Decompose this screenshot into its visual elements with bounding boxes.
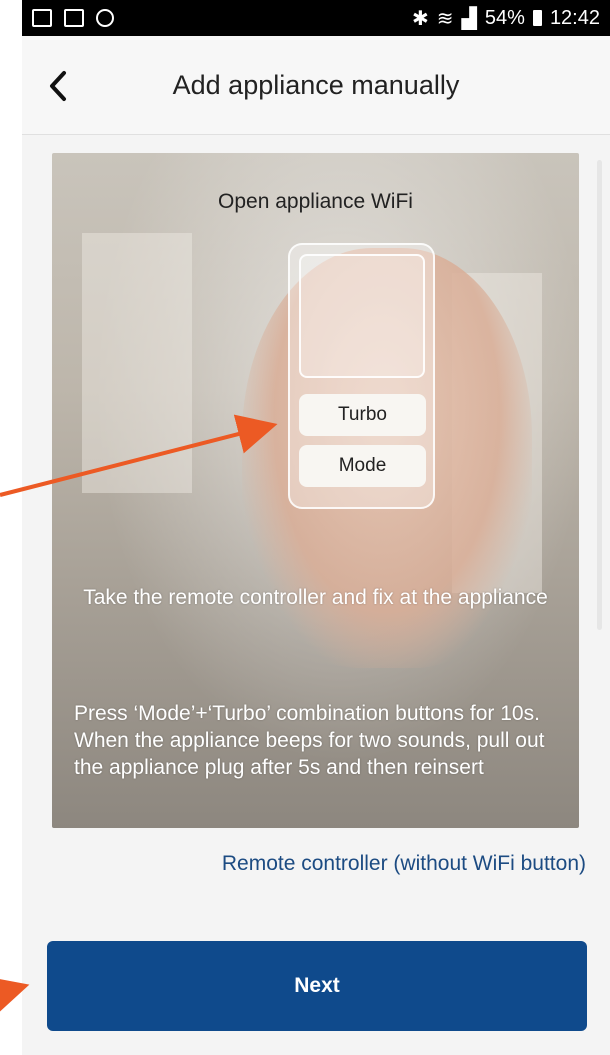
sync-icon (96, 9, 114, 27)
page-title: Add appliance manually (172, 69, 460, 100)
remote-mode-button: Mode (299, 445, 426, 487)
background-window (82, 233, 192, 493)
remote-turbo-button: Turbo (299, 394, 426, 436)
scrollbar[interactable] (597, 160, 602, 630)
status-bar: ✱ ≋ ▟ 54% 12:42 (22, 0, 610, 36)
next-button[interactable]: Next (47, 941, 587, 1031)
clock: 12:42 (549, 6, 600, 29)
battery-icon (532, 10, 542, 26)
left-margin (0, 0, 22, 1055)
instruction-text-1: Take the remote controller and fix at th… (83, 586, 548, 609)
remote-controller-link[interactable]: Remote controller (without WiFi button) (222, 852, 586, 876)
instruction-card: Open appliance WiFi Turbo Mode Take the … (52, 153, 579, 828)
remote-controller-illustration: Turbo Mode (288, 243, 435, 509)
phone-screen: ✱ ≋ ▟ 54% 12:42 Add appliance manually O… (22, 0, 610, 1055)
signal-icon: ▟ (461, 7, 477, 30)
status-left-icons (32, 9, 114, 27)
wifi-icon: ≋ (436, 7, 454, 30)
status-right: ✱ ≋ ▟ 54% 12:42 (412, 6, 600, 31)
remote-screen (299, 254, 425, 378)
email-icon (64, 9, 84, 27)
battery-percent: 54% (484, 6, 525, 29)
instruction-text-2: Press ‘Mode’+‘Turbo’ combination buttons… (74, 702, 545, 779)
card-title: Open appliance WiFi (218, 190, 413, 213)
bluetooth-icon: ✱ (411, 7, 429, 30)
app-header: Add appliance manually (22, 36, 610, 135)
gallery-icon (32, 9, 52, 27)
